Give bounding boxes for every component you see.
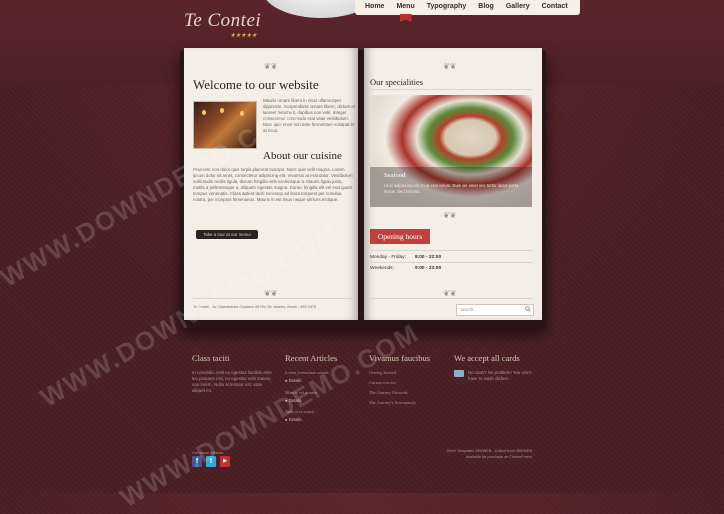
hours-time: 9:00 - 23:00	[415, 266, 442, 271]
lamp-icon	[220, 108, 224, 113]
menu-tour-button[interactable]: Take a tour at our menu!	[196, 230, 258, 239]
nav-gallery[interactable]: Gallery	[500, 0, 536, 15]
seafood-title: Seafood	[384, 172, 406, 179]
divider	[370, 250, 532, 251]
logo-text: Te Contei	[184, 10, 262, 31]
hours-time: 8:00 - 22:00	[415, 255, 442, 260]
nav-home[interactable]: Home	[359, 0, 390, 15]
ornament-icon: ❦❦	[264, 289, 278, 298]
footer-link[interactable]: The Journey's Scrumptuity	[369, 400, 416, 405]
divider	[370, 262, 532, 263]
hours-day: Monday - Friday:	[370, 255, 406, 260]
search-icon[interactable]	[525, 306, 531, 312]
nav-blog[interactable]: Blog	[472, 0, 500, 15]
nav-typography[interactable]: Typography	[421, 0, 473, 15]
cuisine-text: Praesent non dolor quis turpis placerat …	[193, 167, 353, 202]
main-nav: Home Menu Typography Blog Gallery Contac…	[355, 0, 580, 15]
footer-col4-text: No cash? No problem! You won't have to w…	[468, 370, 532, 381]
credits-text: More Templates 365/WEB - Collect from 36…	[447, 449, 532, 459]
nav-menu[interactable]: Menu	[390, 0, 420, 15]
divider	[370, 298, 532, 299]
search-input[interactable]: Search...	[460, 307, 477, 312]
footer-col1-title: Class taciti	[192, 353, 230, 363]
ornament-icon: ❦❦	[264, 62, 278, 71]
site-logo[interactable]: Te Contei ★★★★★	[184, 10, 262, 39]
lamp-icon	[202, 110, 206, 115]
hours-day: Weekends:	[370, 266, 394, 271]
seafood-text: Ut id adipiscing elit. In at erat vulum.…	[384, 183, 519, 194]
specialities-title: Our specialities	[370, 77, 424, 87]
ornament-icon: ❦❦	[443, 211, 457, 220]
footer-col4-title: We accept all cards	[454, 353, 520, 363]
ornament-icon: ❦❦	[443, 289, 457, 298]
welcome-title: Welcome to our website	[193, 77, 319, 92]
footer-col1-text: In convallis, velit eu egestas facilisis…	[192, 370, 272, 393]
footer-link[interactable]: The Journey Onwards	[369, 390, 408, 395]
footer-link[interactable]: Cursus eros tur	[369, 380, 396, 385]
lamp-icon	[240, 111, 244, 116]
credit-card-icon	[454, 370, 464, 377]
opening-hours-button[interactable]: Opening hours	[370, 229, 430, 244]
search-box[interactable]: Search...	[456, 304, 534, 316]
rating-stars: ★★★★★	[230, 33, 257, 39]
footer-col2-title: Recent Articles	[285, 353, 338, 363]
cuisine-title: About our cuisine	[263, 150, 342, 162]
divider	[370, 89, 532, 90]
ornament-icon: ❦❦	[443, 62, 457, 71]
nav-contact[interactable]: Contact	[536, 0, 574, 15]
